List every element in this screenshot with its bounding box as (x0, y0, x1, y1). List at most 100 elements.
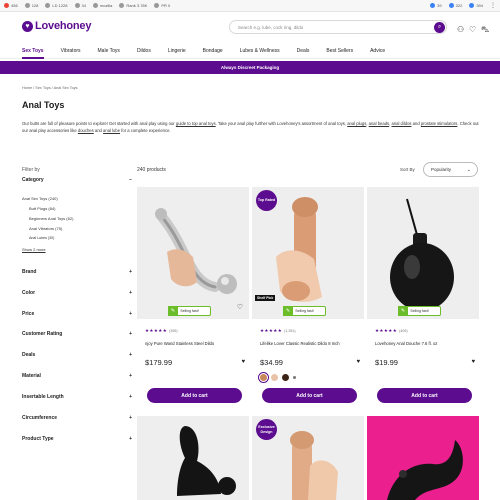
product-title[interactable]: Lifelike Lover Classic Realistic Dildo 8… (260, 341, 360, 346)
stats-icon (448, 3, 454, 8)
plus-icon: + (129, 373, 132, 379)
search-icon[interactable]: ⌕ (434, 22, 445, 33)
facet-material[interactable]: Material + (22, 373, 132, 379)
category-item[interactable]: Butt Plugs (84) (22, 206, 73, 211)
swatch-chocolate[interactable] (282, 374, 289, 381)
product-image[interactable] (137, 187, 249, 319)
account-icon[interactable]: ⚇ (457, 25, 464, 34)
nav-item-advice[interactable]: Advice (370, 43, 385, 59)
links-icon (469, 3, 475, 8)
more-swatches-dot (293, 376, 296, 379)
nav-item-male-toys[interactable]: Male Toys (98, 43, 120, 59)
intro-text: Our butts are full of pleasure points to… (22, 121, 479, 133)
nav-item-lubes-wellness[interactable]: Lubes & Wellness (240, 43, 280, 59)
product-image[interactable] (367, 187, 479, 319)
top-rated-badge: Top Rated (256, 190, 277, 211)
product-title[interactable]: Lovehoney Anal Douche 7.6 fl. oz (375, 341, 475, 346)
seo-item[interactable]: 128 (24, 3, 38, 8)
category-item[interactable]: Beginners Anal Toys (62) (22, 216, 73, 221)
wishlist-heart-icon[interactable]: ♥ (356, 359, 360, 365)
promo-banner[interactable]: Always Discreet Packaging (0, 61, 500, 74)
add-to-cart-button[interactable]: Add to cart (377, 388, 472, 403)
guide-link[interactable]: guide to top anal toys (176, 121, 216, 126)
facet-brand[interactable]: Brand + (22, 269, 132, 275)
wishlist-heart-icon[interactable]: ♥ (471, 359, 475, 365)
seo-item[interactable]: 322 (448, 3, 462, 8)
anal-lube-link[interactable]: anal lube (103, 128, 120, 133)
seo-item[interactable]: 394 (469, 3, 483, 8)
prostate-link[interactable]: prostate stimulators (421, 121, 458, 126)
category-facet[interactable]: Category − (22, 177, 132, 183)
plus-icon: + (129, 352, 132, 358)
nav-item-best-sellers[interactable]: Best Sellers (326, 43, 353, 59)
product-card[interactable]: Selling fast! ✎ ♡ ★★★★★ (395) njoy Pure W… (137, 187, 249, 409)
fire-icon: ✎ (398, 306, 408, 316)
add-to-cart-button[interactable]: Add to cart (147, 388, 242, 403)
main-nav: Sex Toys Vibrators Male Toys Dildos Ling… (0, 43, 500, 59)
sort-select[interactable]: Popularity ⌄ (423, 162, 478, 177)
swatch-vanilla[interactable] (271, 374, 278, 381)
nav-item-sex-toys[interactable]: Sex Toys (22, 43, 44, 59)
category-list: Anal Sex Toys (240) Butt Plugs (84) Begi… (22, 196, 73, 245)
swatch-caramel[interactable] (258, 372, 269, 383)
category-item[interactable]: Anal Lubes (30) (22, 236, 73, 240)
black-plug-image (177, 426, 236, 496)
rating[interactable]: ★★★★★ (409) (375, 328, 408, 334)
nav-item-dildos[interactable]: Dildos (137, 43, 151, 59)
facet-insertable-length[interactable]: Insertable Length + (22, 394, 132, 400)
facet-price[interactable]: Price + (22, 311, 132, 317)
anal-dildos-link[interactable]: anal dildos (391, 121, 411, 126)
seo-item[interactable]: PR 0 (154, 3, 170, 8)
product-card[interactable] (137, 416, 249, 500)
logo[interactable]: ♥ Lovehoney (22, 20, 91, 32)
menu-icon[interactable]: ⋮ (490, 2, 496, 9)
facet-color[interactable]: Color + (22, 290, 132, 296)
product-image[interactable] (367, 416, 479, 500)
product-card[interactable]: Exclusive Design (252, 416, 364, 500)
seo-item[interactable]: mozilla (92, 3, 112, 8)
search-input[interactable]: Search e.g. lube, cock ring, dildo ⌕ (229, 20, 447, 34)
fire-icon: ✎ (283, 306, 293, 316)
shelf-pick-label: Shelf Pick (255, 295, 276, 301)
logo-text: Lovehoney (35, 20, 92, 32)
anal-beads-link[interactable]: anal beads (369, 121, 390, 126)
seo-item[interactable]: 456 (4, 3, 18, 8)
rating[interactable]: ★★★★★ (395) (145, 328, 178, 334)
cart-icon[interactable]: ⛍ (481, 25, 489, 35)
seo-item[interactable]: Rank 3.78K (119, 3, 147, 8)
category-item[interactable]: Anal Vibrators (75) (22, 226, 73, 231)
wishlist-heart-icon[interactable]: ♡ (469, 25, 476, 34)
seo-item[interactable]: LD 1228 (45, 3, 68, 8)
facet-circumference[interactable]: Circumference + (22, 415, 132, 421)
search-placeholder: Search e.g. lube, cock ring, dildo (238, 24, 304, 30)
add-to-cart-button[interactable]: Add to cart (262, 388, 357, 403)
category-item[interactable]: Anal Sex Toys (240) (22, 196, 73, 201)
show-more-link[interactable]: Show 2 more (22, 247, 46, 252)
wishlist-icon[interactable]: ♡ (237, 303, 243, 311)
facet-customer-rating[interactable]: Customer Rating + (22, 331, 132, 337)
product-title[interactable]: njoy Pure Wand Stainless Steel Dildo (145, 341, 245, 346)
fire-icon: ✎ (168, 306, 178, 316)
nav-item-vibrators[interactable]: Vibrators (61, 43, 81, 59)
color-swatches (258, 372, 296, 383)
product-card[interactable]: Selling fast! ✎ ★★★★★ (409) Lovehoney Ana… (367, 187, 479, 409)
product-image[interactable] (137, 416, 249, 500)
nav-item-deals[interactable]: Deals (297, 43, 310, 59)
nav-item-bondage[interactable]: Bondage (203, 43, 223, 59)
pr-icon (154, 3, 160, 8)
seo-item[interactable]: 34 (74, 3, 86, 8)
seo-item[interactable]: 39 (430, 3, 442, 8)
anal-plugs-link[interactable]: anal plugs (347, 121, 366, 126)
wishlist-heart-icon[interactable]: ♥ (241, 359, 245, 365)
facet-deals[interactable]: Deals + (22, 352, 132, 358)
nav-item-lingerie[interactable]: Lingerie (168, 43, 186, 59)
steel-wand-image (155, 208, 237, 294)
plus-icon: + (129, 415, 132, 421)
facet-product-type[interactable]: Product Type + (22, 436, 132, 442)
breadcrumb[interactable]: Home / Sex Toys / Anal Sex Toys (22, 86, 78, 90)
product-card[interactable] (367, 416, 479, 500)
product-card[interactable]: Top Rated Shelf Pick Selling fast! ✎ ★★★… (252, 187, 364, 409)
douches-link[interactable]: douches (78, 128, 94, 133)
rating[interactable]: ★★★★★ (1,351) (260, 328, 296, 334)
product-price: $19.99 (375, 358, 398, 367)
